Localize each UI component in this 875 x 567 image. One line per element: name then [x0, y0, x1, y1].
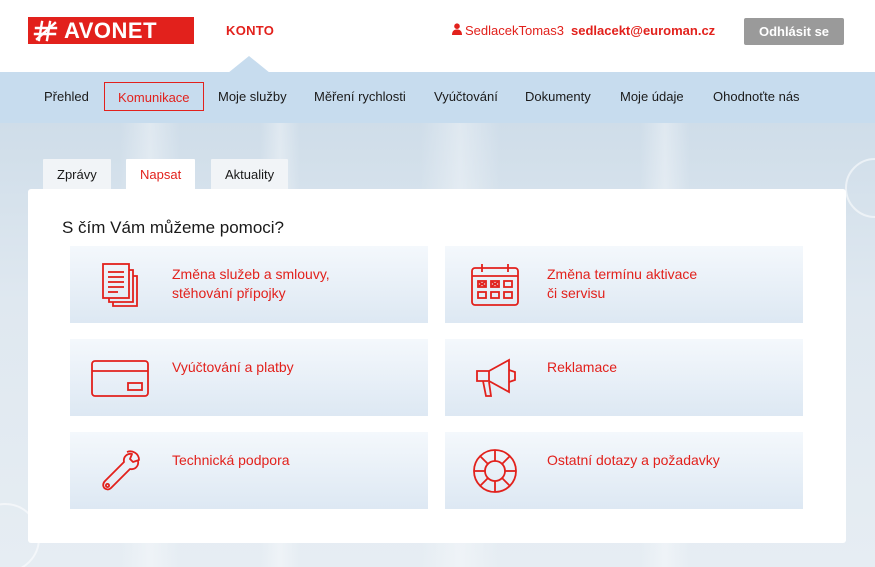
card-label: Změna služeb a smlouvy, stěhování přípoj…	[172, 265, 412, 303]
card-label-line: Technická podpora	[172, 452, 290, 468]
card-label-line: Změna termínu aktivace	[547, 266, 698, 282]
card-label: Reklamace	[547, 358, 787, 377]
card-label-line: či servisu	[547, 285, 606, 301]
avonet-logo[interactable]: AVONET	[28, 17, 194, 44]
logo-mark-icon	[28, 17, 64, 44]
header: AVONET KONTO SedlacekTomas3 sedlacekt@eu…	[0, 0, 875, 73]
tab-aktuality[interactable]: Aktuality	[211, 159, 289, 189]
bg-decoration	[845, 158, 875, 218]
tab-napsat[interactable]: Napsat	[126, 159, 196, 190]
help-card-zmena-sluzeb[interactable]: Změna služeb a smlouvy, stěhování přípoj…	[70, 246, 428, 323]
lifebuoy-icon	[465, 446, 525, 496]
konto-label[interactable]: KONTO	[226, 23, 274, 38]
nav-item-moje-udaje[interactable]: Moje údaje	[607, 82, 697, 111]
username: SedlacekTomas3	[465, 23, 564, 38]
nav-item-moje-sluzby[interactable]: Moje služby	[205, 82, 300, 111]
card-label-line: Reklamace	[547, 359, 618, 375]
card-label-line: Vyúčtování a platby	[172, 359, 294, 375]
card-label-line: Ostatní dotazy a požadavky	[547, 452, 720, 468]
help-card-reklamace[interactable]: Reklamace	[445, 339, 803, 416]
nav-item-mereni-rychlosti[interactable]: Měření rychlosti	[301, 82, 419, 111]
card-label: Technická podpora	[172, 451, 412, 470]
user-info[interactable]: SedlacekTomas3 sedlacekt@euroman.cz	[452, 23, 715, 38]
credit-card-icon	[90, 353, 150, 403]
tab-zpravy[interactable]: Zprávy	[43, 159, 111, 189]
card-label: Vyúčtování a platby	[172, 358, 412, 377]
user-email: sedlacekt@euroman.cz	[571, 23, 716, 38]
user-icon	[452, 23, 462, 38]
card-label-line: Změna služeb a smlouvy,	[172, 266, 330, 282]
nav-item-vyuctovani[interactable]: Vyúčtování	[421, 82, 511, 111]
calendar-icon	[465, 260, 525, 310]
main-nav: Přehled Komunikace Moje služby Měření ry…	[0, 72, 875, 123]
card-label-line: stěhování přípojky	[172, 285, 286, 301]
wrench-icon	[90, 446, 150, 496]
logout-button[interactable]: Odhlásit se	[744, 18, 844, 45]
logo-text: AVONET	[64, 17, 158, 43]
help-panel: S čím Vám můžeme pomoci? Změna služeb a …	[28, 189, 846, 543]
documents-icon	[90, 260, 150, 310]
card-label: Ostatní dotazy a požadavky	[547, 451, 787, 470]
help-card-zmena-terminu[interactable]: Změna termínu aktivace či servisu	[445, 246, 803, 323]
nav-item-dokumenty[interactable]: Dokumenty	[512, 82, 604, 111]
active-section-pointer	[228, 56, 270, 73]
help-card-ostatni-dotazy[interactable]: Ostatní dotazy a požadavky	[445, 432, 803, 509]
help-card-technicka-podpora[interactable]: Technická podpora	[70, 432, 428, 509]
megaphone-icon	[465, 353, 525, 403]
nav-item-ohodnotte-nas[interactable]: Ohodnoťte nás	[700, 82, 813, 111]
nav-item-prehled[interactable]: Přehled	[31, 82, 102, 111]
panel-title: S čím Vám můžeme pomoci?	[62, 218, 285, 237]
help-card-vyuctovani[interactable]: Vyúčtování a platby	[70, 339, 428, 416]
card-label: Změna termínu aktivace či servisu	[547, 265, 787, 303]
nav-item-komunikace[interactable]: Komunikace	[104, 82, 204, 111]
